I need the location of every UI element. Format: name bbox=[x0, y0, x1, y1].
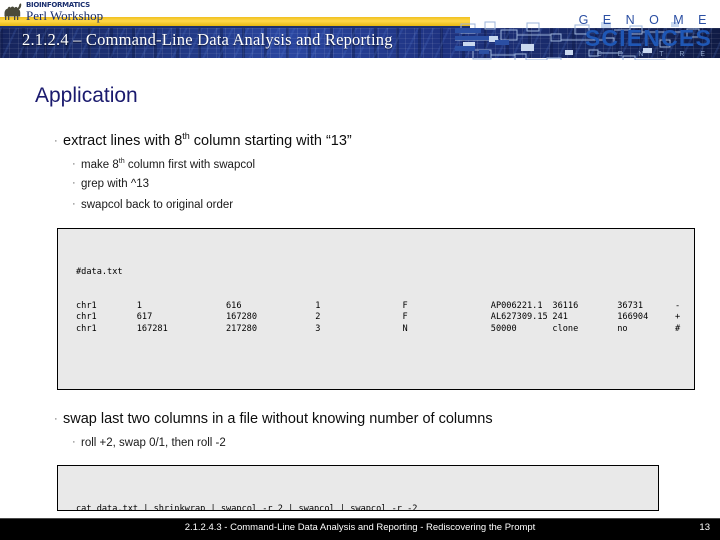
slide-header: BIOINFORMATICS Perl Workshop G E N O M E… bbox=[0, 0, 720, 60]
cell-2: 616 bbox=[225, 301, 242, 312]
footer-divider bbox=[0, 518, 720, 519]
footer-text: 2.1.2.4.3 - Command-Line Data Analysis a… bbox=[184, 522, 536, 533]
gsc-line3: C E N T R E bbox=[596, 51, 712, 58]
cell-8: + bbox=[675, 312, 681, 323]
code-block-1-content: #data.txt chr1 1 616 1 F AP006221.1 3611… bbox=[76, 244, 694, 389]
sub-bullet-2-1: · roll +2, swap 0/1, then roll -2 bbox=[72, 436, 226, 449]
slide-footer: 2.1.2.4.3 - Command-Line Data Analysis a… bbox=[0, 518, 720, 540]
bullet-main-1-post: column starting with “13” bbox=[189, 132, 352, 149]
bullet-marker: · bbox=[54, 413, 58, 425]
code-block-2: cat data.txt | shrinkwrap | swapcol -r 2… bbox=[57, 465, 659, 511]
sub-bullet-3-text: swapcol back to original order bbox=[81, 199, 234, 211]
sub-bullet-3: · swapcol back to original order bbox=[72, 198, 233, 211]
slide-root: BIOINFORMATICS Perl Workshop G E N O M E… bbox=[0, 0, 720, 540]
cell-4: F bbox=[402, 312, 408, 323]
logo-line2: Perl Workshop bbox=[26, 8, 104, 23]
cell-0: chr1 bbox=[76, 312, 97, 323]
cell-7: no bbox=[617, 323, 628, 334]
cell-1: 167281 bbox=[136, 323, 168, 334]
bullet-main-2-text: swap last two columns in a file without … bbox=[63, 411, 493, 427]
cell-5: AP006221.1 bbox=[490, 301, 543, 312]
bullet-main-1-pre: extract lines with 8 bbox=[63, 132, 183, 149]
slide-title: 2.1.2.4 – Command-Line Data Analysis and… bbox=[22, 30, 393, 49]
bullet-main-2: · swap last two columns in a file without… bbox=[54, 411, 493, 427]
sub-bullet-2-text: grep with ^13 bbox=[81, 178, 150, 190]
code-block-1: #data.txt chr1 1 616 1 F AP006221.1 3611… bbox=[57, 228, 695, 390]
cell-7: 166904 bbox=[617, 312, 649, 323]
code-block-2-content: cat data.txt | shrinkwrap | swapcol -r 2… bbox=[76, 481, 418, 511]
table-row: chr1 1 616 1 F AP006221.1 36116 36731 - bbox=[76, 301, 694, 312]
cell-6: 36116 bbox=[552, 301, 579, 312]
code-comment: #data.txt bbox=[76, 266, 123, 277]
bullet-marker: · bbox=[54, 134, 58, 147]
cell-7: 36731 bbox=[617, 301, 644, 312]
cell-1: 1 bbox=[136, 301, 142, 312]
genome-sciences-centre-logo: G E N O M E SCIENCES C E N T R E bbox=[579, 14, 712, 60]
cell-5: AL627309.15 bbox=[490, 312, 548, 323]
cell-1: 617 bbox=[136, 312, 153, 323]
code-command: cat data.txt | shrinkwrap | swapcol -r 2… bbox=[76, 503, 418, 511]
sub-bullet-2-1-text: roll +2, swap 0/1, then roll -2 bbox=[81, 437, 226, 449]
table-row: chr1 617 167280 2 F AL627309.15 241 1669… bbox=[76, 312, 694, 323]
sub-bullet-1-pre: make 8 bbox=[81, 158, 119, 171]
cell-4: F bbox=[402, 301, 408, 312]
cell-3: 2 bbox=[315, 312, 321, 323]
cell-2: 217280 bbox=[225, 323, 258, 334]
sub-bullet-1: · make 8th column first with swapcol bbox=[72, 157, 255, 171]
camel-icon bbox=[4, 3, 22, 20]
bioinformatics-perl-workshop-logo: BIOINFORMATICS Perl Workshop bbox=[2, 0, 152, 24]
cell-0: chr1 bbox=[76, 301, 97, 312]
cell-6: clone bbox=[552, 323, 579, 334]
bullet-marker: · bbox=[72, 157, 76, 170]
page-title: Application bbox=[35, 84, 138, 107]
cell-5: 50000 bbox=[490, 323, 517, 334]
cell-4: N bbox=[402, 323, 408, 334]
bullet-main-1-sup: th bbox=[182, 131, 190, 141]
sub-bullet-1-post: column first with swapcol bbox=[124, 158, 256, 171]
bullet-marker: · bbox=[72, 436, 76, 448]
bullet-marker: · bbox=[72, 177, 76, 189]
cell-8: # bbox=[675, 323, 681, 334]
cell-3: 3 bbox=[315, 323, 321, 334]
cell-3: 1 bbox=[315, 301, 321, 312]
cell-6: 241 bbox=[552, 312, 568, 323]
sub-bullet-2: · grep with ^13 bbox=[72, 177, 149, 190]
code-data-table: chr1 1 616 1 F AP006221.1 36116 36731 - … bbox=[76, 301, 694, 335]
cell-2: 167280 bbox=[225, 312, 258, 323]
bullet-main-1: · extract lines with 8th column starting … bbox=[54, 131, 352, 149]
code-spacer bbox=[76, 358, 694, 369]
table-row: chr1 167281 217280 3 N 50000 clone no # bbox=[76, 324, 694, 335]
cell-0: chr1 bbox=[76, 323, 97, 334]
footer-page-number: 13 bbox=[699, 522, 710, 533]
bullet-marker: · bbox=[72, 198, 76, 210]
cell-8: - bbox=[675, 301, 681, 312]
gsc-line2: SCIENCES bbox=[584, 25, 712, 51]
